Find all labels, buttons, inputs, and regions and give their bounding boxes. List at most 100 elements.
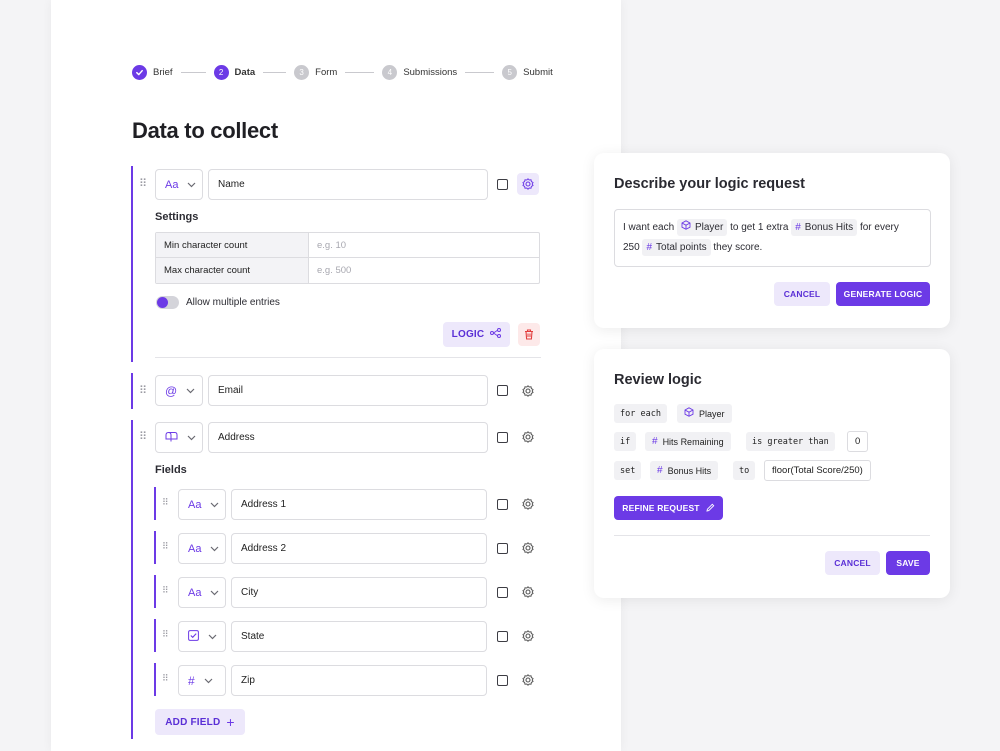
allow-multiple-toggle[interactable] xyxy=(156,296,179,309)
step-label: Submit xyxy=(523,66,553,78)
value-input[interactable]: 0 xyxy=(847,431,869,452)
step-connector xyxy=(180,71,206,73)
drag-handle-icon[interactable]: ⠿ xyxy=(162,497,169,508)
step-brief[interactable]: Brief xyxy=(132,64,173,80)
hash-icon: # xyxy=(795,221,801,233)
expression-input[interactable]: floor(Total Score/250) xyxy=(764,460,871,481)
drag-handle-icon[interactable]: ⠿ xyxy=(162,673,169,684)
generate-logic-button[interactable]: GENERATE LOGIC xyxy=(836,282,930,306)
step-number: 5 xyxy=(502,64,518,80)
settings-gear-icon[interactable] xyxy=(517,669,539,691)
required-checkbox[interactable] xyxy=(497,675,508,686)
hash-icon: # xyxy=(188,673,195,688)
table-row: Min character count e.g. 10 xyxy=(156,233,539,258)
step-label: Form xyxy=(315,66,338,78)
hash-icon: # xyxy=(646,241,653,253)
field-address-input[interactable]: Address xyxy=(208,422,488,453)
cancel-button[interactable]: CANCEL xyxy=(825,551,880,575)
drag-handle-icon[interactable]: ⠿ xyxy=(162,629,169,640)
field-type-select[interactable]: @ xyxy=(155,375,203,406)
drag-handle-icon[interactable]: ⠿ xyxy=(162,585,169,596)
step-number: 4 xyxy=(382,64,398,80)
text-type-icon: Aa xyxy=(165,178,179,191)
operator-token: to xyxy=(733,461,756,480)
field-type-select[interactable]: Aa xyxy=(178,533,226,564)
divider xyxy=(614,535,930,536)
max-char-input[interactable]: e.g. 500 xyxy=(309,258,539,283)
player-chip: Player xyxy=(676,218,728,236)
drag-handle-icon[interactable]: ⠿ xyxy=(139,430,147,443)
step-data[interactable]: 2 Data xyxy=(213,64,256,80)
delete-button[interactable] xyxy=(518,323,540,346)
field-accent-bar xyxy=(131,166,133,362)
cancel-button[interactable]: CANCEL xyxy=(774,282,830,306)
player-variable[interactable]: Player xyxy=(677,404,732,423)
toggle-label: Allow multiple entries xyxy=(186,297,280,308)
settings-table: Min character count e.g. 10 Max characte… xyxy=(155,232,540,284)
keyword-token: for each xyxy=(614,404,667,423)
hits-remaining-variable[interactable]: # Hits Remaining xyxy=(645,432,731,451)
sub-field-input[interactable]: Zip xyxy=(231,665,487,696)
settings-gear-icon[interactable] xyxy=(517,493,539,515)
field-email-input[interactable]: Email xyxy=(208,375,488,406)
keyword-token: if xyxy=(614,432,637,451)
required-checkbox[interactable] xyxy=(497,631,508,642)
logic-label: LOGIC xyxy=(451,329,485,340)
chevron-down-icon xyxy=(187,433,196,443)
refine-request-button[interactable]: REFINE REQUEST xyxy=(614,496,723,520)
field-name-input[interactable]: Name xyxy=(208,169,488,200)
sub-field-accent-bar xyxy=(154,531,156,564)
field-type-select[interactable] xyxy=(178,621,226,652)
mailbox-icon xyxy=(165,431,178,445)
field-type-select[interactable]: Aa xyxy=(178,577,226,608)
required-checkbox[interactable] xyxy=(497,543,508,554)
settings-gear-icon[interactable] xyxy=(517,625,539,647)
field-type-select[interactable]: Aa xyxy=(155,169,203,200)
settings-gear-icon[interactable] xyxy=(517,426,539,448)
settings-gear-icon[interactable] xyxy=(517,380,539,402)
step-submit[interactable]: 5 Submit xyxy=(502,64,553,80)
sub-field-input[interactable]: Address 2 xyxy=(231,533,487,564)
card-title: Describe your logic request xyxy=(614,176,805,192)
keyword-token: set xyxy=(614,461,642,480)
bonus-hits-variable[interactable]: # Bonus Hits xyxy=(650,461,719,480)
settings-gear-icon[interactable] xyxy=(517,581,539,603)
plus-icon: + xyxy=(226,714,235,730)
settings-gear-icon[interactable] xyxy=(517,173,539,195)
form-builder-panel: Brief 2 Data 3 Form 4 Submissions 5 Subm… xyxy=(51,0,621,751)
required-checkbox[interactable] xyxy=(497,432,508,443)
setting-key: Min character count xyxy=(156,233,309,257)
drag-handle-icon[interactable]: ⠿ xyxy=(162,541,169,552)
drag-handle-icon[interactable]: ⠿ xyxy=(139,177,147,190)
at-icon: @ xyxy=(165,383,178,398)
required-checkbox[interactable] xyxy=(497,179,508,190)
field-type-select[interactable]: Aa xyxy=(178,489,226,520)
chevron-down-icon xyxy=(187,180,196,190)
field-type-select[interactable] xyxy=(155,422,203,453)
step-label: Data xyxy=(234,66,256,78)
logic-button[interactable]: LOGIC xyxy=(443,322,510,347)
required-checkbox[interactable] xyxy=(497,499,508,510)
field-type-select[interactable]: # xyxy=(178,665,226,696)
drag-handle-icon[interactable]: ⠿ xyxy=(139,384,147,397)
request-text: for every xyxy=(859,222,899,233)
check-icon xyxy=(132,64,147,80)
sub-field-input[interactable]: City xyxy=(231,577,487,608)
sub-field-input[interactable]: State xyxy=(231,621,487,652)
fields-heading: Fields xyxy=(155,464,187,476)
min-char-input[interactable]: e.g. 10 xyxy=(309,233,539,257)
save-button[interactable]: SAVE xyxy=(886,551,930,575)
logic-request-input[interactable]: I want each Player to get 1 extra # Bonus… xyxy=(614,209,931,267)
settings-gear-icon[interactable] xyxy=(517,537,539,559)
add-field-button[interactable]: ADD FIELD + xyxy=(155,709,245,735)
required-checkbox[interactable] xyxy=(497,385,508,396)
sub-field-accent-bar xyxy=(154,663,156,696)
step-submissions[interactable]: 4 Submissions xyxy=(382,64,457,80)
variable-label: Bonus Hits xyxy=(667,465,712,476)
required-checkbox[interactable] xyxy=(497,587,508,598)
step-form[interactable]: 3 Form xyxy=(294,64,338,80)
chevron-down-icon xyxy=(210,544,219,554)
sub-field-input[interactable]: Address 1 xyxy=(231,489,487,520)
text-type-icon: Aa xyxy=(188,586,202,599)
step-number: 3 xyxy=(294,64,310,80)
